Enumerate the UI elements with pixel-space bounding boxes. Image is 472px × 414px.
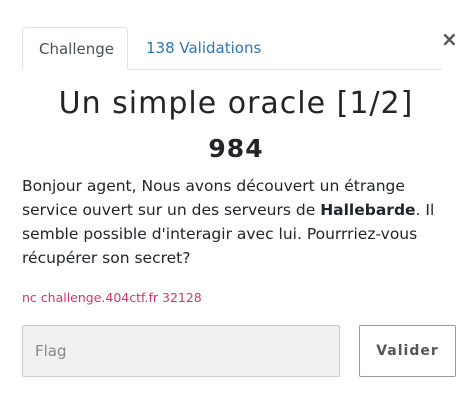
challenge-modal: × Challenge 138 Validations Un simple or…: [0, 0, 472, 414]
submit-button[interactable]: Valider: [359, 325, 456, 377]
flag-input[interactable]: [22, 325, 340, 377]
challenge-points: 984: [208, 134, 264, 163]
connection-command: nc challenge.404ctf.fr 32128: [22, 290, 202, 305]
challenge-title: Un simple oracle [1/2]: [58, 86, 414, 121]
description-bold-name: Hallebarde: [320, 201, 416, 219]
close-icon[interactable]: ×: [441, 29, 458, 49]
tab-bar: Challenge 138 Validations: [22, 27, 442, 70]
tab-validations[interactable]: 138 Validations: [130, 27, 277, 69]
tab-challenge[interactable]: Challenge: [22, 27, 128, 70]
challenge-description: Bonjour agent, Nous avons découvert un é…: [22, 174, 452, 270]
